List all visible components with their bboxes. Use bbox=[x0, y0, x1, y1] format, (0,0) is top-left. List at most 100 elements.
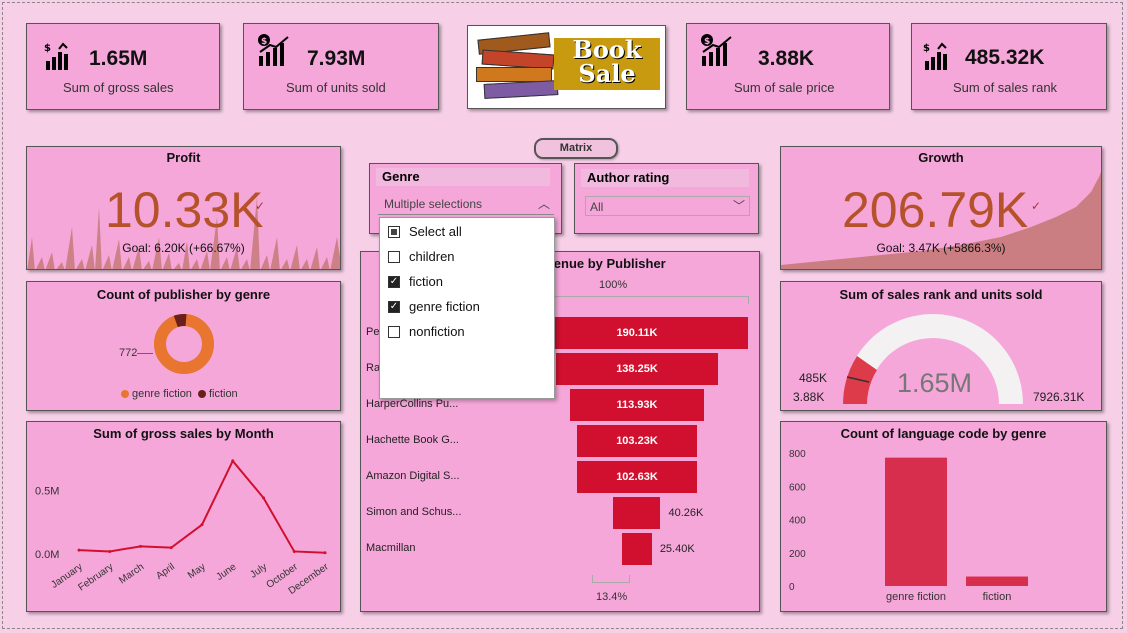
x-tick-label: March bbox=[117, 561, 146, 586]
profit-card[interactable]: Profit 10.33K ✓ Goal: 6.20K (+66.67%) bbox=[26, 146, 341, 270]
genre-dropdown-panel[interactable]: Select all children ✓ fiction ✓ genre fiction… bbox=[379, 217, 555, 399]
funnel-bar[interactable]: 103.23K bbox=[576, 425, 698, 457]
kpi-card-units-sold[interactable]: $ 7.93M Sum of units sold bbox=[243, 23, 439, 110]
genre-slicer-value: Multiple selections bbox=[384, 197, 483, 211]
growth-chart-icon: $ bbox=[701, 34, 732, 66]
genre-option[interactable]: nonfiction bbox=[388, 324, 465, 339]
bar-chart: 0 200 400 600 800 genre fiction fiction bbox=[789, 449, 1028, 603]
funnel-bar[interactable]: 113.93K bbox=[570, 389, 704, 421]
funnel-bar[interactable]: 138.25K bbox=[556, 353, 718, 385]
funnel-bar[interactable]: 40.26K bbox=[613, 497, 703, 529]
gauge-title: Sum of sales rank and units sold bbox=[839, 287, 1043, 302]
funnel-bar-value: 138.25K bbox=[616, 363, 658, 375]
funnel-category-label: Pe bbox=[366, 326, 380, 338]
kpi-label: Sum of gross sales bbox=[63, 80, 174, 95]
x-tick-label: genre fiction bbox=[886, 591, 946, 603]
checkbox[interactable]: ✓ bbox=[388, 275, 400, 288]
line-point[interactable] bbox=[200, 523, 204, 527]
chevron-up-icon[interactable]: ︿ bbox=[538, 195, 550, 212]
language-genre-bar-card[interactable]: Count of language code by genre 0 200 400 6… bbox=[780, 421, 1107, 612]
legend-label-genre-fiction: genre fiction bbox=[132, 388, 192, 400]
line-point[interactable] bbox=[139, 544, 142, 548]
svg-text:$: $ bbox=[261, 37, 267, 47]
donut-line bbox=[137, 353, 153, 354]
funnel-bar-value: 190.11K bbox=[616, 327, 658, 339]
genre-option-label: nonfiction bbox=[409, 324, 465, 339]
profit-title: Profit bbox=[166, 150, 201, 165]
kpi-value: 7.93M bbox=[307, 47, 366, 70]
genre-option[interactable]: ✓ genre fiction bbox=[388, 299, 480, 314]
gauge-target-label: 485K bbox=[799, 371, 828, 385]
y-tick-label: 200 bbox=[789, 549, 806, 560]
kpi-value: 485.32K bbox=[965, 46, 1045, 69]
funnel-category-label: Ra bbox=[366, 362, 381, 374]
checkbox[interactable] bbox=[388, 225, 400, 238]
funnel-category-label: Simon and Schus... bbox=[366, 506, 462, 518]
logo-card: Book Sale bbox=[467, 25, 666, 109]
sales-chart-icon: $ bbox=[44, 42, 68, 70]
growth-value: 206.79K bbox=[842, 182, 1029, 238]
author-slicer-value: All bbox=[590, 200, 604, 214]
line-point[interactable] bbox=[323, 551, 327, 555]
growth-card[interactable]: Growth 206.79K ✓ Goal: 3.47K (+5866.3%) bbox=[780, 146, 1102, 270]
bar[interactable] bbox=[885, 457, 947, 586]
checkbox[interactable]: ✓ bbox=[388, 300, 400, 313]
kpi-label: Sum of sale price bbox=[734, 80, 835, 95]
genre-option[interactable]: ✓ fiction bbox=[388, 274, 443, 289]
growth-chart-icon: $ bbox=[258, 34, 289, 66]
genre-option[interactable]: Select all bbox=[388, 224, 462, 239]
funnel-category-label: Amazon Digital S... bbox=[366, 470, 460, 482]
chevron-down-icon[interactable]: ﹀ bbox=[733, 197, 745, 214]
kpi-label: Sum of sales rank bbox=[953, 80, 1058, 95]
funnel-bar[interactable]: 25.40K bbox=[622, 533, 695, 565]
book-sale-banner: Book Sale bbox=[554, 38, 660, 90]
line-point[interactable] bbox=[108, 549, 112, 553]
funnel-category-label: Hachette Book G... bbox=[366, 434, 459, 446]
genre-slicer-dropdown[interactable]: Multiple selections ︿ bbox=[378, 194, 554, 215]
author-slicer-dropdown[interactable]: All ﹀ bbox=[585, 196, 750, 216]
donut-title: Count of publisher by genre bbox=[96, 287, 271, 302]
growth-goal: Goal: 3.47K (+5866.3%) bbox=[876, 241, 1006, 255]
check-icon: ✓ bbox=[1031, 199, 1042, 213]
legend-dot-genre-fiction bbox=[121, 390, 129, 398]
checkbox[interactable] bbox=[388, 250, 400, 263]
author-rating-slicer[interactable]: Author rating All ﹀ bbox=[574, 163, 759, 234]
line-point[interactable] bbox=[231, 459, 235, 463]
funnel-bar[interactable]: 190.11K bbox=[526, 317, 748, 349]
kpi-label: Sum of units sold bbox=[286, 80, 386, 95]
line-point[interactable] bbox=[292, 549, 296, 553]
y-tick-label: 0 bbox=[789, 582, 795, 593]
checkbox[interactable] bbox=[388, 325, 400, 338]
sales-rank-gauge-card[interactable]: Sum of sales rank and units sold 1.65M 4… bbox=[780, 281, 1102, 411]
genre-option[interactable]: children bbox=[388, 249, 455, 264]
genre-option-label: fiction bbox=[409, 274, 443, 289]
genre-option-label: Select all bbox=[409, 224, 462, 239]
author-slicer-title: Author rating bbox=[581, 169, 749, 187]
kpi-value: 3.88K bbox=[758, 47, 815, 70]
donut-chart bbox=[154, 314, 214, 374]
kpi-card-sale-price[interactable]: $ 3.88K Sum of sale price bbox=[686, 23, 890, 110]
bar[interactable] bbox=[966, 576, 1028, 586]
gauge-center-value: 1.65M bbox=[897, 368, 973, 398]
funnel-bar-value: 102.63K bbox=[616, 471, 658, 483]
gross-sales-line-card[interactable]: Sum of gross sales by Month 0.5M 0.0M Janu… bbox=[26, 421, 341, 612]
line-point[interactable] bbox=[262, 496, 265, 500]
line-point[interactable] bbox=[77, 548, 81, 552]
x-tick-label: April bbox=[154, 561, 177, 581]
y-tick-label: 600 bbox=[789, 482, 806, 493]
line-chart: 0.5M0.0MJanuaryFebruary March April May June… bbox=[35, 459, 331, 597]
svg-text:$: $ bbox=[923, 43, 930, 54]
funnel-category-label: HarperCollins Pu... bbox=[366, 398, 459, 410]
matrix-button[interactable]: Matrix bbox=[534, 138, 618, 159]
y-tick-label: 0.5M bbox=[35, 485, 59, 497]
line-point[interactable] bbox=[169, 546, 173, 550]
donut-label: 772 bbox=[119, 347, 138, 359]
kpi-card-gross-sales[interactable]: $ 1.65M Sum of gross sales bbox=[26, 23, 220, 110]
funnel-bar[interactable]: 102.63K bbox=[577, 461, 697, 493]
logo-line2: Sale bbox=[578, 59, 636, 88]
funnel-bar-value: 103.23K bbox=[616, 435, 658, 447]
genre-slicer-title: Genre bbox=[376, 168, 550, 186]
donut-legend: genre fiction fiction bbox=[121, 388, 238, 400]
kpi-card-sales-rank[interactable]: $ 485.32K Sum of sales rank bbox=[911, 23, 1107, 110]
publisher-genre-donut-card[interactable]: Count of publisher by genre 772 genre fi… bbox=[26, 281, 341, 411]
